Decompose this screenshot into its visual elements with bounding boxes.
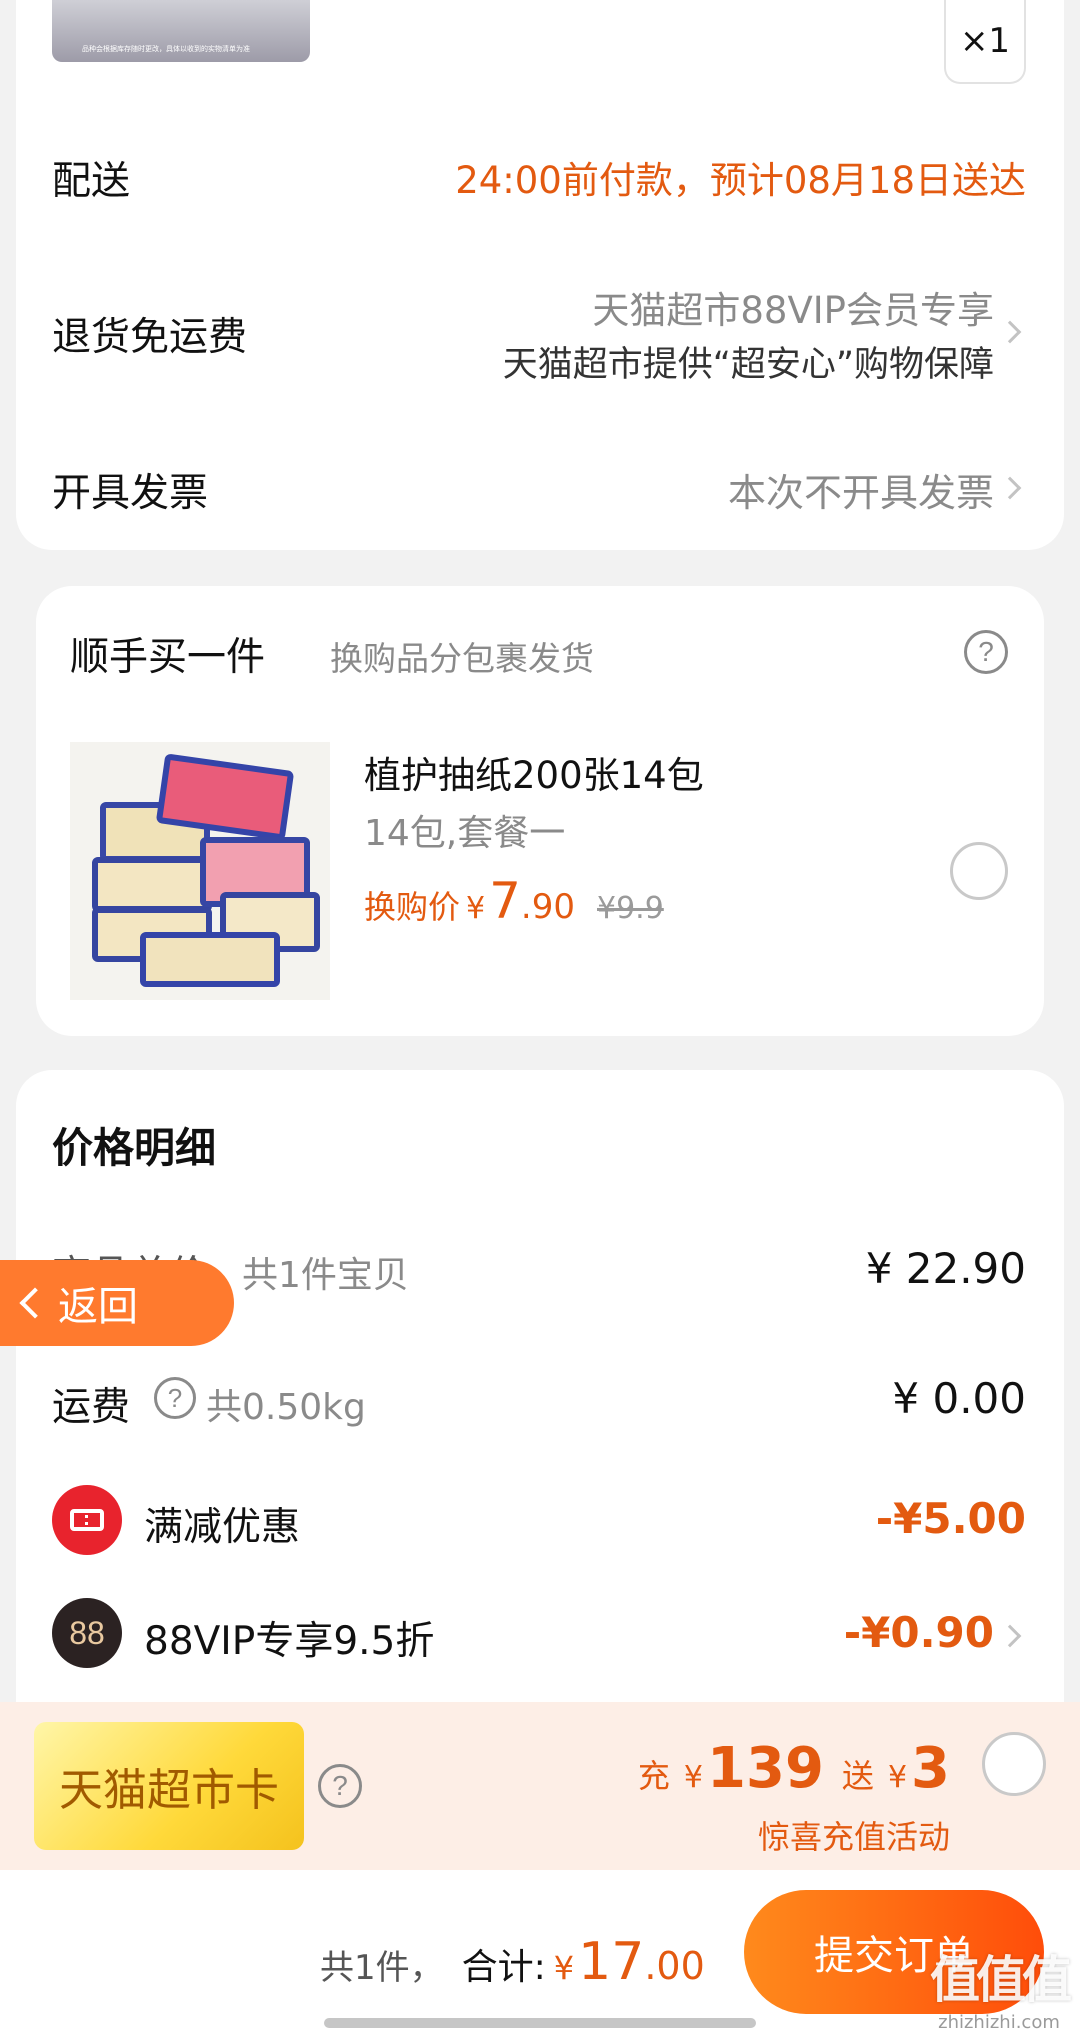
currency-symbol: ¥ — [553, 1949, 575, 1987]
shipping-label: 运费 — [52, 1385, 131, 1430]
items-total-sub: 共1件宝贝 — [242, 1255, 409, 1296]
delivery-label: 配送 — [52, 159, 131, 204]
site-watermark: 值值值 zhizhizhi.com — [924, 1940, 1074, 2032]
items-total-value: ¥ 22.90 — [865, 1244, 1026, 1293]
return-shipping-line1: 天猫超市88VIP会员专享 — [592, 289, 994, 332]
watermark-url: zhizhizhi.com — [938, 2012, 1060, 2032]
delivery-value: 24:00前付款，预计08月18日送达 — [455, 159, 1026, 202]
recharge-amount: 139 — [707, 1736, 824, 1801]
help-icon[interactable]: ? — [964, 630, 1008, 674]
invoice-value: 本次不开具发票 — [727, 471, 994, 515]
original-price: ¥9.9 — [597, 891, 664, 926]
total-decimal: .00 — [644, 1944, 705, 1988]
tissue-product-image[interactable] — [70, 742, 330, 1000]
order-total: 共1件， 合计: ¥ 17 .00 — [320, 1932, 705, 1992]
shipping-value: ¥ 0.00 — [892, 1374, 1026, 1423]
invoice-row[interactable]: 开具发票 本次不开具发票 — [16, 450, 1064, 530]
vip-label: 88VIP专享9.5折 — [144, 1619, 435, 1664]
return-shipping-row[interactable]: 退货免运费 天猫超市88VIP会员专享 天猫超市提供“超安心”购物保障 — [16, 270, 1064, 400]
recharge-offer: 充 ¥ 139 送 ¥ 3 — [638, 1736, 950, 1801]
watermark-logo: 值值值 — [930, 1951, 1072, 2009]
discount-label: 满减优惠 — [144, 1505, 301, 1550]
shipping-weight: 共0.50kg — [206, 1387, 366, 1428]
ticket-icon — [52, 1485, 122, 1555]
price-label: 换购价 — [364, 888, 461, 926]
vip-88-badge: 88 — [52, 1598, 122, 1668]
chevron-left-icon — [19, 1287, 51, 1319]
recharge-prefix: 充 — [637, 1757, 670, 1795]
currency-symbol: ¥ — [887, 1760, 908, 1795]
chevron-right-icon — [998, 1624, 1022, 1648]
invoice-label: 开具发票 — [52, 471, 209, 516]
back-button[interactable]: 返回 — [0, 1260, 234, 1346]
addon-select-radio[interactable] — [950, 842, 1008, 900]
item-count: 共1件， — [320, 1948, 444, 1988]
addon-subtitle: 换购品分包裹发货 — [330, 639, 594, 678]
addon-title: 顺手买一件 — [70, 635, 266, 680]
addon-item-price: 换购价 ¥ 7 .90 ¥9.9 — [364, 872, 664, 930]
total-integer: 17 — [578, 1932, 645, 1992]
discount-value: -¥5.00 — [875, 1494, 1026, 1543]
gift-prefix: 送 — [841, 1757, 874, 1795]
recharge-select-radio[interactable] — [982, 1732, 1046, 1796]
return-shipping-label: 退货免运费 — [52, 315, 248, 360]
chevron-right-icon — [998, 476, 1022, 500]
home-indicator[interactable] — [324, 2018, 756, 2028]
product-thumbnail[interactable]: 品种会根据库存随时更改，具体以收到的实物清单为准 — [52, 0, 310, 62]
quantity-box[interactable]: ×1 — [944, 0, 1026, 84]
vip-discount-row[interactable]: 88 88VIP专享9.5折 -¥0.90 — [16, 1598, 1064, 1678]
currency-symbol: ¥ — [466, 891, 486, 926]
vip-value: -¥0.90 — [843, 1608, 994, 1657]
addon-item-name[interactable]: 植护抽纸200张14包 — [364, 745, 704, 799]
gift-amount: 3 — [911, 1736, 950, 1801]
price-integer: 7 — [489, 872, 521, 930]
return-shipping-line2: 天猫超市提供“超安心”购物保障 — [502, 345, 994, 385]
back-label: 返回 — [58, 1284, 138, 1330]
currency-symbol: ¥ — [683, 1760, 704, 1795]
thumbnail-caption: 品种会根据库存随时更改，具体以收到的实物清单为准 — [82, 45, 250, 53]
tmall-supermarket-card[interactable]: 天猫超市卡 — [34, 1722, 304, 1850]
chevron-right-icon — [998, 320, 1022, 344]
help-icon[interactable]: ? — [318, 1764, 362, 1808]
total-label: 合计: — [461, 1947, 546, 1988]
help-icon[interactable]: ? — [154, 1377, 196, 1419]
price-decimal: .90 — [520, 887, 575, 927]
price-detail-title: 价格明细 — [52, 1124, 216, 1172]
recharge-subtitle: 惊喜充值活动 — [757, 1818, 950, 1856]
addon-item-spec: 14包,套餐一 — [364, 813, 566, 854]
